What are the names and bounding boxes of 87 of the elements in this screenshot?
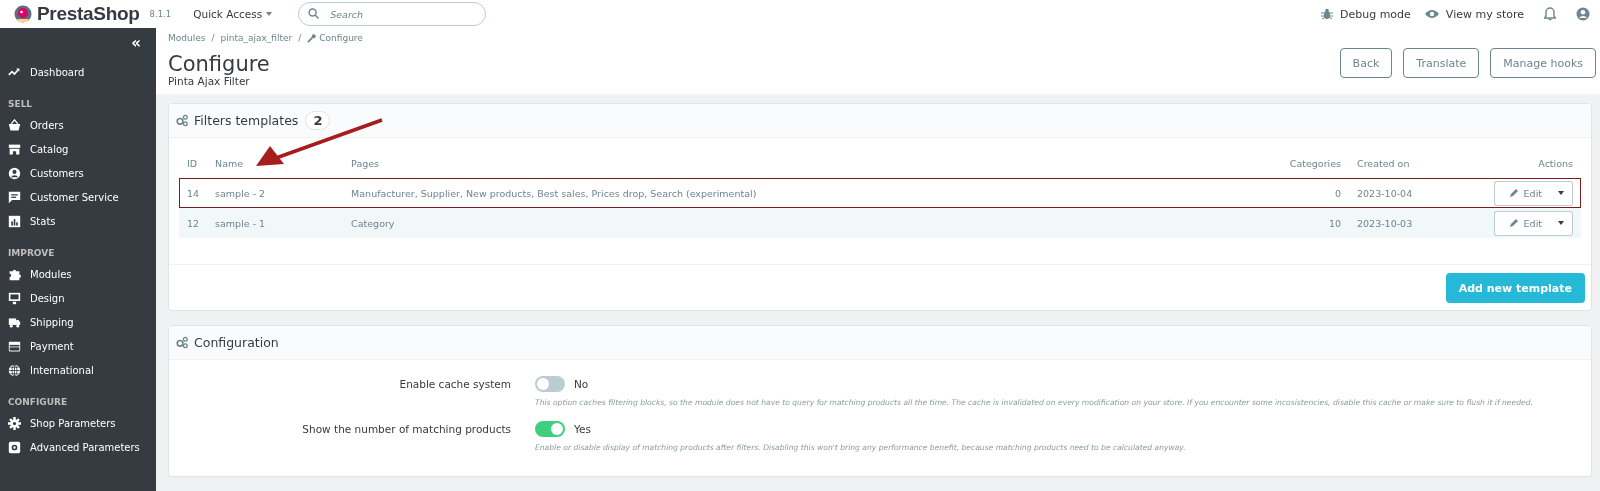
version-label: 8.1.1: [149, 9, 172, 19]
truck-icon: [8, 315, 21, 329]
dropdown-toggle[interactable]: [1548, 210, 1573, 236]
sidebar-item[interactable]: Stats: [0, 209, 156, 233]
settings-icon: [8, 416, 21, 430]
field-label: Enable cache system: [398, 377, 512, 392]
sidebar-item[interactable]: Customers: [0, 161, 156, 185]
edit-button[interactable]: Edit: [1493, 180, 1548, 206]
user-icon: [8, 166, 21, 180]
column-header: ID: [179, 148, 208, 178]
sidebar-item[interactable]: Customer Service: [0, 185, 156, 209]
toolbar-button[interactable]: Translate: [1403, 48, 1480, 78]
quick-access-dropdown[interactable]: Quick Access: [193, 8, 273, 20]
breadcrumb-separator: /: [211, 33, 215, 43]
account-icon[interactable]: [1576, 7, 1590, 21]
column-header: Created on: [1349, 148, 1475, 178]
page-title: Configure: [168, 53, 271, 75]
table-cell: sample - 1: [207, 208, 344, 238]
sidebar-item[interactable]: Shipping: [0, 310, 156, 334]
table-cell: 10: [1273, 208, 1349, 238]
caret-icon: [1558, 191, 1564, 195]
sidebar-item[interactable]: Design: [0, 286, 156, 310]
table-cell: 2023-10-03: [1349, 208, 1475, 238]
wrench-icon: [307, 33, 317, 43]
table-cell: 14: [179, 178, 208, 208]
section-heading: CONFIGURE: [7, 396, 69, 409]
globe-icon: [8, 363, 21, 377]
search-field[interactable]: Search: [298, 2, 487, 26]
chart-icon: [8, 214, 21, 228]
monitor-icon: [8, 291, 21, 305]
sidebar-item[interactable]: Modules: [0, 262, 156, 286]
breadcrumb-link[interactable]: Modules: [168, 33, 206, 43]
pencil-icon: [1508, 188, 1519, 198]
breadcrumb-separator: /: [298, 33, 302, 43]
edit-button[interactable]: Edit: [1493, 210, 1548, 236]
table-cell: Category: [343, 208, 1273, 238]
basket-icon: [8, 118, 21, 132]
table-cell: 2023-10-04: [1349, 178, 1475, 208]
eye-icon: [1424, 9, 1439, 19]
store-icon: [8, 142, 21, 156]
card-icon: [8, 339, 21, 353]
toggle-switch[interactable]: [535, 421, 565, 437]
logo-text: PrestaShop: [37, 3, 140, 25]
sidebar-item[interactable]: Shop Parameters: [0, 411, 156, 435]
breadcrumb-item: Configure: [319, 33, 363, 43]
column-header: Pages: [343, 148, 1273, 178]
toolbar-button[interactable]: Manage hooks: [1490, 48, 1596, 78]
section-heading: SELL: [7, 98, 34, 111]
collapse-button[interactable]: «: [131, 36, 141, 50]
table-cell: 0: [1273, 178, 1349, 208]
caret-icon: [1558, 221, 1564, 225]
toggle-label: Yes: [574, 423, 591, 435]
panel-title: Filters templates: [194, 113, 299, 128]
table-cell: 12: [179, 208, 208, 238]
logo-icon: [14, 5, 32, 23]
chat-icon: [8, 190, 21, 204]
section-heading: IMPROVE: [7, 247, 56, 260]
puzzle-icon: [8, 267, 21, 281]
view-store-link[interactable]: View my store: [1424, 7, 1524, 21]
caret-icon: [266, 12, 273, 16]
sidebar-item[interactable]: Dashboard: [0, 60, 156, 84]
column-header: Actions: [1475, 148, 1581, 178]
toggle-switch[interactable]: [535, 376, 565, 392]
sidebar-item[interactable]: Orders: [0, 113, 156, 137]
column-header: Categories: [1273, 148, 1349, 178]
sidebar-item[interactable]: Payment: [0, 334, 156, 358]
page-subtitle: Pinta Ajax Filter: [168, 75, 251, 87]
table-cell: sample - 2: [207, 178, 344, 208]
search-icon: [308, 8, 320, 19]
field-label: Show the number of matching products: [301, 422, 512, 437]
sidebar-item[interactable]: International: [0, 358, 156, 382]
panel-title: Configuration: [194, 335, 279, 350]
toolbar-button[interactable]: Back: [1339, 48, 1393, 78]
debug-mode-link[interactable]: Debug mode: [1320, 7, 1411, 21]
sidebar-item[interactable]: Advanced Parameters: [0, 435, 156, 459]
sidebar-item[interactable]: Catalog: [0, 137, 156, 161]
bell-icon[interactable]: [1544, 7, 1556, 21]
count-badge: 2: [305, 111, 331, 130]
pencil-icon: [1508, 218, 1519, 228]
toggle-label: No: [574, 378, 589, 390]
gears-icon: [176, 336, 189, 349]
breadcrumb-link[interactable]: pinta_ajax_filter: [220, 33, 293, 43]
column-header: Name: [207, 148, 344, 178]
table-cell: Manufacturer, Supplier, New products, Best sales, Prices drop, Search (experimental): [343, 178, 1273, 208]
gears-icon: [176, 114, 189, 127]
dropdown-toggle[interactable]: [1548, 180, 1573, 206]
bug-icon: [1320, 8, 1333, 20]
